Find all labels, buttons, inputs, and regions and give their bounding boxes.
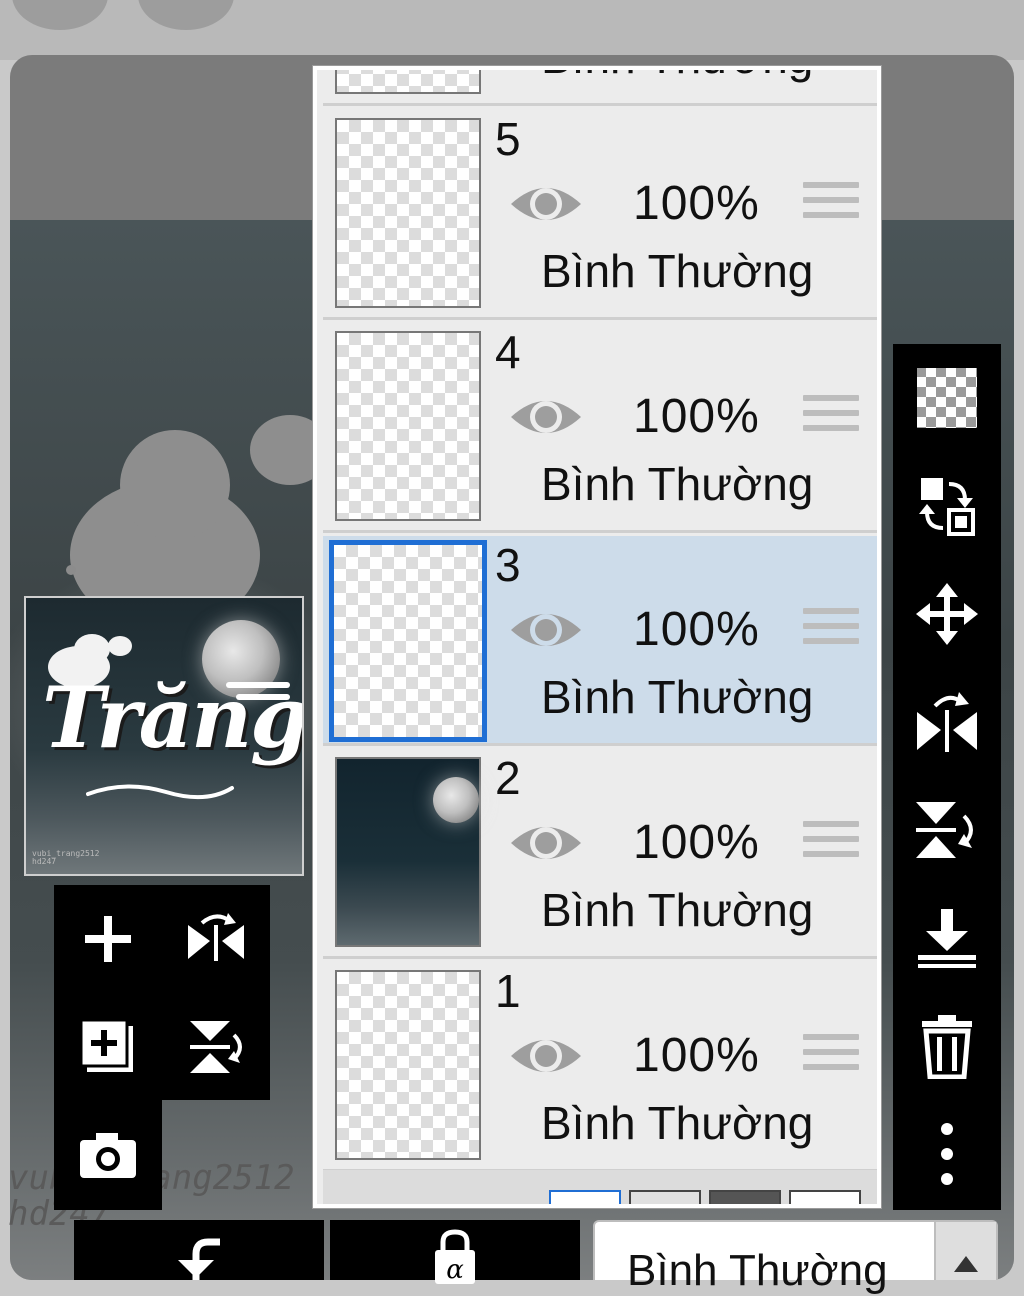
camera-icon <box>80 1133 136 1178</box>
cloud-shape <box>120 430 230 540</box>
blend-mode-select-value: Bình Thường <box>627 1246 888 1295</box>
background-custom-swatch[interactable] <box>789 1190 861 1204</box>
preview-cloud <box>74 634 110 664</box>
flip-horizontal-button[interactable] <box>162 885 270 993</box>
alpha-lock-icon: α <box>435 1229 475 1284</box>
background-checker-swatch[interactable] <box>629 1190 701 1204</box>
layer-opacity[interactable]: 100% <box>633 1028 760 1083</box>
layer-row-partial[interactable]: Bình Thường <box>323 70 877 106</box>
drag-handle-icon[interactable] <box>803 395 859 437</box>
more-options-button[interactable] <box>893 1100 1001 1208</box>
top-strip <box>0 0 1024 60</box>
layer-opacity[interactable]: 100% <box>633 815 760 870</box>
preview-swash <box>86 784 234 800</box>
canvas-preview[interactable]: Trăng vubi_trang2512 hd247 <box>24 596 304 876</box>
layer-thumbnail <box>335 757 481 947</box>
layer-row-selected[interactable]: 3 100% Bình Thường <box>323 536 877 746</box>
layer-thumbnail <box>335 331 481 521</box>
chevron-up-icon <box>954 1256 978 1272</box>
layer-thumbnail <box>335 70 481 94</box>
eye-icon[interactable] <box>509 393 583 441</box>
eye-icon[interactable] <box>509 180 583 228</box>
layer-blend-mode: Bình Thường <box>541 1097 814 1149</box>
merge-down-icon <box>918 909 976 968</box>
flip-horizontal-icon <box>188 913 244 961</box>
alpha-lock-button[interactable]: α <box>330 1220 580 1284</box>
select-arrow-button[interactable] <box>934 1222 996 1280</box>
left-tool-palette <box>54 885 270 1210</box>
top-button-right[interactable] <box>138 0 234 30</box>
flip-horizontal-icon <box>917 692 977 752</box>
layer-opacity[interactable]: 100% <box>633 602 760 657</box>
layer-thumbnail <box>335 970 481 1160</box>
layer-row[interactable]: 5 100% Bình Thường <box>323 110 877 320</box>
drag-handle-icon[interactable] <box>803 608 859 650</box>
layer-number: 3 <box>495 539 521 591</box>
move-button[interactable] <box>893 560 1001 668</box>
swap-layers-button[interactable] <box>893 452 1001 560</box>
background-layer-strip <box>323 1170 877 1204</box>
flip-horizontal-layer-button[interactable] <box>893 668 1001 776</box>
drag-handle-icon[interactable] <box>803 182 859 224</box>
top-button-left[interactable] <box>12 0 108 30</box>
move-icon <box>916 583 978 645</box>
merge-down-button[interactable] <box>893 884 1001 992</box>
eye-icon[interactable] <box>509 1032 583 1080</box>
eye-icon[interactable] <box>509 819 583 867</box>
add-layer-icon <box>85 916 131 962</box>
layer-opacity[interactable]: 100% <box>633 389 760 444</box>
preview-title: Trăng <box>42 668 304 767</box>
swap-layers-icon <box>919 478 975 536</box>
camera-button[interactable] <box>54 1101 162 1209</box>
flip-vertical-icon <box>190 1021 242 1073</box>
layer-number: 5 <box>495 113 521 165</box>
flip-vertical-button[interactable] <box>162 993 270 1101</box>
blend-mode-select[interactable]: Bình Thường <box>593 1220 998 1295</box>
preview-cloud <box>108 636 132 656</box>
layer-blend-mode: Bình Thường <box>541 884 814 936</box>
more-icon <box>941 1123 953 1185</box>
drag-handle-icon[interactable] <box>803 1034 859 1076</box>
layer-thumbnail <box>329 540 487 742</box>
transparency-button[interactable] <box>893 344 1001 452</box>
undo-icon <box>178 1238 220 1280</box>
layer-blend-mode: Bình Thường <box>541 70 813 84</box>
trash-icon <box>922 1015 972 1079</box>
drag-handle-icon[interactable] <box>803 821 859 863</box>
layer-number: 1 <box>495 965 521 1017</box>
moon-image <box>433 777 479 823</box>
add-layer-copy-button[interactable] <box>54 993 162 1101</box>
layers-panel: Bình Thường 5 100% Bình Thường 4 100% Bì <box>313 66 881 1208</box>
flip-vertical-icon <box>916 802 973 858</box>
layer-row[interactable]: 1 100% Bình Thường <box>323 962 877 1172</box>
layer-opacity[interactable]: 100% <box>633 176 760 231</box>
undo-button[interactable] <box>74 1220 324 1280</box>
layer-number: 2 <box>495 752 521 804</box>
preview-credit: vubi_trang2512 hd247 <box>32 849 100 866</box>
add-layer-copy-icon <box>79 1018 133 1072</box>
layer-number: 4 <box>495 326 521 378</box>
transparency-icon <box>917 368 977 428</box>
layer-blend-mode: Bình Thường <box>541 245 814 297</box>
cloud-dot <box>66 565 76 575</box>
layers-list[interactable]: Bình Thường 5 100% Bình Thường 4 100% Bì <box>317 70 877 1204</box>
layer-blend-mode: Bình Thường <box>541 458 814 510</box>
right-toolbar <box>893 344 1001 1210</box>
layer-row[interactable]: 2 100% Bình Thường <box>323 749 877 959</box>
flip-vertical-layer-button[interactable] <box>893 776 1001 884</box>
add-layer-button[interactable] <box>54 885 162 993</box>
delete-layer-button[interactable] <box>893 992 1001 1100</box>
background-dark-swatch[interactable] <box>709 1190 781 1204</box>
eye-icon[interactable] <box>509 606 583 654</box>
background-white-swatch[interactable] <box>549 1190 621 1204</box>
layer-blend-mode: Bình Thường <box>541 671 814 723</box>
layer-thumbnail <box>335 118 481 308</box>
layer-row[interactable]: 4 100% Bình Thường <box>323 323 877 533</box>
